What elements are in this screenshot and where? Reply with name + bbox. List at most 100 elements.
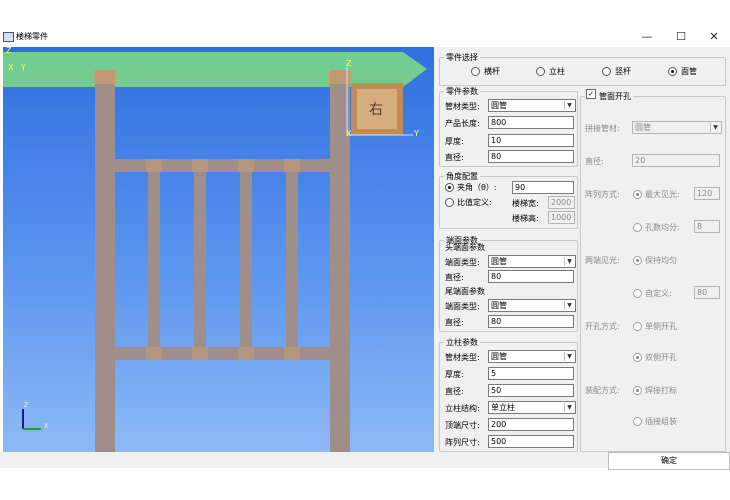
radio-hole-count[interactable] (633, 223, 642, 232)
post-structure-select[interactable]: 单立柱 ▼ (488, 401, 576, 414)
head-diameter-input[interactable]: 80 (488, 270, 574, 283)
head-end-title: 头端面参数 (445, 243, 485, 252)
radio-post[interactable] (536, 67, 545, 76)
ratio-option-label: 比值定义: (457, 198, 492, 207)
3d-viewport[interactable]: Z X Y Z X Y 右 Z X (3, 47, 434, 452)
hole-count-input[interactable]: 8 (694, 220, 720, 233)
maximize-button[interactable]: ☐ (664, 27, 698, 47)
radio-crossbar[interactable] (471, 67, 480, 76)
stair-height-input[interactable]: 1000 (548, 211, 575, 224)
double-side-label: 双侧开孔 (645, 353, 677, 362)
max-gap-input[interactable]: 120 (694, 187, 720, 200)
end-gap-label: 两端见光: (585, 256, 620, 265)
part-params-title: 零件参数 (446, 87, 478, 96)
post-structure-value: 单立柱 (491, 403, 515, 412)
close-button[interactable]: ✕ (697, 27, 730, 47)
chevron-down-icon: ▼ (564, 101, 574, 110)
thickness-label: 厚度: (445, 137, 464, 146)
tail-type-label: 端面类型: (445, 302, 480, 311)
baluster (148, 167, 160, 352)
post-thickness-input[interactable]: 5 (488, 367, 574, 380)
post-pipe-type-label: 管材类型: (445, 353, 480, 362)
post-pipe-type-value: 圆管 (491, 352, 507, 361)
weld-label: 焊接打标 (645, 386, 677, 395)
post-diameter-input[interactable]: 50 (488, 384, 574, 397)
hole-mode-label: 开孔方式: (585, 322, 620, 331)
tail-type-value: 圆管 (491, 301, 507, 310)
radio-weld[interactable] (633, 386, 642, 395)
post-structure-label: 立柱结构: (445, 404, 480, 413)
baluster (194, 167, 206, 352)
plug-label: 插接组装 (645, 417, 677, 426)
radio-single-side[interactable] (633, 322, 642, 331)
parameter-panel: 零件选择 横杆 立柱 竖杆 面管 零件参数 管材类型: 圆管 ▼ 产品长度: 80… (434, 47, 730, 452)
angle-input[interactable]: 90 (512, 181, 574, 194)
tail-diameter-label: 直径: (445, 318, 464, 327)
option-crossbar-label: 横杆 (484, 67, 500, 76)
stair-width-input[interactable]: 2000 (548, 196, 575, 209)
custom-label: 自定义: (645, 289, 672, 298)
bottom-rail (103, 347, 343, 360)
post-params-title: 立柱参数 (446, 338, 478, 347)
length-input[interactable]: 800 (488, 116, 574, 129)
radio-baluster[interactable] (602, 67, 611, 76)
cube-z-label: Z (346, 59, 352, 68)
array-size-input[interactable]: 500 (488, 435, 574, 448)
radio-double-side[interactable] (633, 353, 642, 362)
radio-keep-equal[interactable] (633, 256, 642, 265)
thickness-input[interactable]: 10 (488, 134, 574, 147)
option-baluster-label: 竖杆 (615, 67, 631, 76)
chevron-down-icon: ▼ (564, 257, 574, 266)
triad-x-label: X (44, 423, 49, 430)
radio-face-pipe[interactable] (668, 67, 677, 76)
array-size-label: 阵列尺寸: (445, 438, 480, 447)
custom-input[interactable]: 80 (694, 286, 720, 299)
length-label: 产品长度: (445, 119, 480, 128)
view-cube-face-label[interactable]: 右 (369, 99, 383, 119)
tail-type-select[interactable]: 圆管 ▼ (488, 299, 576, 312)
post-pipe-type-select[interactable]: 圆管 ▼ (488, 350, 576, 363)
diameter-label: 直径: (445, 153, 464, 162)
diameter-input[interactable]: 80 (488, 150, 574, 163)
pipe-type-label: 管材类型: (445, 102, 480, 111)
angle-title: 角度配置 (446, 172, 478, 181)
pipe-type-value: 圆管 (491, 101, 507, 110)
ok-button[interactable]: 确定 (608, 452, 730, 470)
chevron-down-icon: ▼ (564, 301, 574, 310)
cube-x-label: X (346, 129, 352, 138)
splice-label: 拼接管材: (585, 124, 620, 133)
tail-diameter-input[interactable]: 80 (488, 315, 574, 328)
keep-equal-label: 保持均匀 (645, 256, 677, 265)
left-post (95, 70, 115, 452)
stair-width-label: 楼梯宽: (512, 199, 539, 208)
hole-diameter-input[interactable]: 20 (632, 154, 720, 167)
head-diameter-label: 直径: (445, 273, 464, 282)
radio-angle[interactable] (445, 183, 454, 192)
window-title: 楼梯零件 (16, 32, 48, 41)
left-post-cap (93, 70, 117, 84)
head-type-value: 圆管 (491, 257, 507, 266)
pipe-type-select[interactable]: 圆管 ▼ (488, 99, 576, 112)
baluster (240, 167, 252, 352)
minimize-button[interactable]: — (630, 27, 664, 47)
baluster (286, 167, 298, 352)
splice-select[interactable]: 圆管 ▼ (632, 121, 722, 134)
chevron-down-icon: ▼ (710, 123, 720, 132)
stair-height-label: 楼梯高: (512, 214, 539, 223)
triad-z-label: Z (24, 402, 29, 409)
radio-plug[interactable] (633, 417, 642, 426)
radio-custom[interactable] (633, 289, 642, 298)
radio-max-gap[interactable] (633, 190, 642, 199)
head-type-select[interactable]: 圆管 ▼ (488, 255, 576, 268)
app-icon (3, 32, 14, 42)
splice-value: 圆管 (635, 123, 651, 132)
face-hole-group: 管面开孔 (580, 91, 726, 452)
axis-z-label: Z (6, 47, 12, 55)
tail-end-title: 尾端面参数 (445, 287, 485, 296)
face-hole-checkbox[interactable]: ✓ (586, 89, 596, 99)
angle-option-label: 夹角（θ）: (457, 183, 497, 192)
top-size-input[interactable]: 200 (488, 418, 574, 431)
radio-ratio[interactable] (445, 198, 454, 207)
top-size-label: 顶端尺寸: (445, 421, 480, 430)
right-post-cap (328, 70, 352, 84)
